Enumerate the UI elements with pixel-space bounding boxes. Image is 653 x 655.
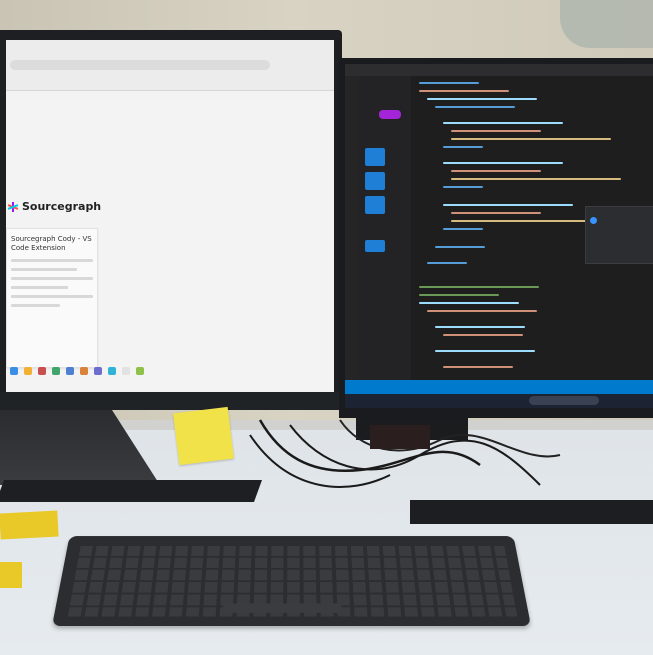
sign-in-button xyxy=(365,148,385,166)
code-line xyxy=(451,178,621,180)
desk-photo: Sourcegraph Sourcegraph Cody - VS Code E… xyxy=(0,0,653,655)
install-card: Sourcegraph Cody - VS Code Extension xyxy=(6,228,98,368)
vscode-titlebar xyxy=(345,64,653,76)
sidebar-badge xyxy=(379,110,401,119)
vscode-status-bar xyxy=(345,380,653,394)
code-line xyxy=(451,170,541,172)
code-line xyxy=(443,366,513,368)
sidebar-action-button xyxy=(365,240,385,252)
browser-toolbar xyxy=(6,40,334,91)
card-text-line xyxy=(11,286,69,289)
code-line xyxy=(443,186,483,188)
code-line xyxy=(419,82,479,84)
notification-toast xyxy=(585,206,653,264)
card-text-line xyxy=(11,295,93,298)
code-line xyxy=(443,334,523,336)
taskbar-app-icon xyxy=(108,367,116,375)
card-title: Sourcegraph Cody - VS Code Extension xyxy=(11,235,92,252)
code-line xyxy=(451,138,611,140)
right-taskbar xyxy=(345,394,653,408)
taskbar-app-icon xyxy=(66,367,74,375)
keyboard xyxy=(52,536,531,626)
code-line xyxy=(443,162,563,164)
card-text-line xyxy=(11,304,61,307)
vscode-activity-bar xyxy=(345,76,359,394)
cody-sidebar xyxy=(359,76,411,394)
sticky-note xyxy=(0,510,59,540)
spacebar xyxy=(222,603,342,613)
taskbar-search xyxy=(529,396,599,405)
brand-text: Sourcegraph xyxy=(22,200,102,213)
code-line xyxy=(451,220,601,222)
code-line xyxy=(451,212,541,214)
left-monitor-screen: Sourcegraph Sourcegraph Cody - VS Code E… xyxy=(6,40,334,392)
taskbar-app-icon xyxy=(24,367,32,375)
taskbar-app-icon xyxy=(38,367,46,375)
code-line xyxy=(419,90,509,92)
sign-in-button xyxy=(365,172,385,190)
right-monitor xyxy=(339,58,653,418)
code-line xyxy=(427,310,537,312)
code-line xyxy=(427,98,537,100)
taskbar-app-icon xyxy=(80,367,88,375)
code-line xyxy=(419,286,539,288)
left-taskbar xyxy=(0,392,342,410)
card-text-line xyxy=(11,277,93,280)
vscode-window xyxy=(345,64,653,394)
taskbar-app-icon xyxy=(122,367,130,375)
sticky-note xyxy=(0,562,22,588)
taskbar-app-icon xyxy=(136,367,144,375)
code-line xyxy=(435,326,525,328)
info-icon xyxy=(590,217,597,224)
start-icon xyxy=(10,367,18,375)
sourcegraph-brand: Sourcegraph xyxy=(8,200,101,213)
left-monitor: Sourcegraph Sourcegraph Cody - VS Code E… xyxy=(0,30,342,410)
sign-in-button xyxy=(365,196,385,214)
card-text-line xyxy=(11,259,93,262)
cables xyxy=(249,419,561,488)
sticky-note xyxy=(173,406,234,466)
code-line xyxy=(443,228,483,230)
code-line xyxy=(443,204,573,206)
code-line xyxy=(435,350,535,352)
code-line xyxy=(419,294,499,296)
code-line xyxy=(451,130,541,132)
left-monitor-stand xyxy=(0,410,160,485)
code-line xyxy=(435,246,485,248)
address-bar xyxy=(10,60,270,70)
code-line xyxy=(427,262,467,264)
taskbar-app-icon xyxy=(94,367,102,375)
code-line xyxy=(443,146,483,148)
sourcegraph-logo-icon xyxy=(8,201,18,212)
code-line xyxy=(419,302,519,304)
code-line xyxy=(435,106,515,108)
taskbar-app-icon xyxy=(52,367,60,375)
code-line xyxy=(443,122,563,124)
card-text-line xyxy=(11,268,77,271)
wall-logo xyxy=(560,0,653,48)
